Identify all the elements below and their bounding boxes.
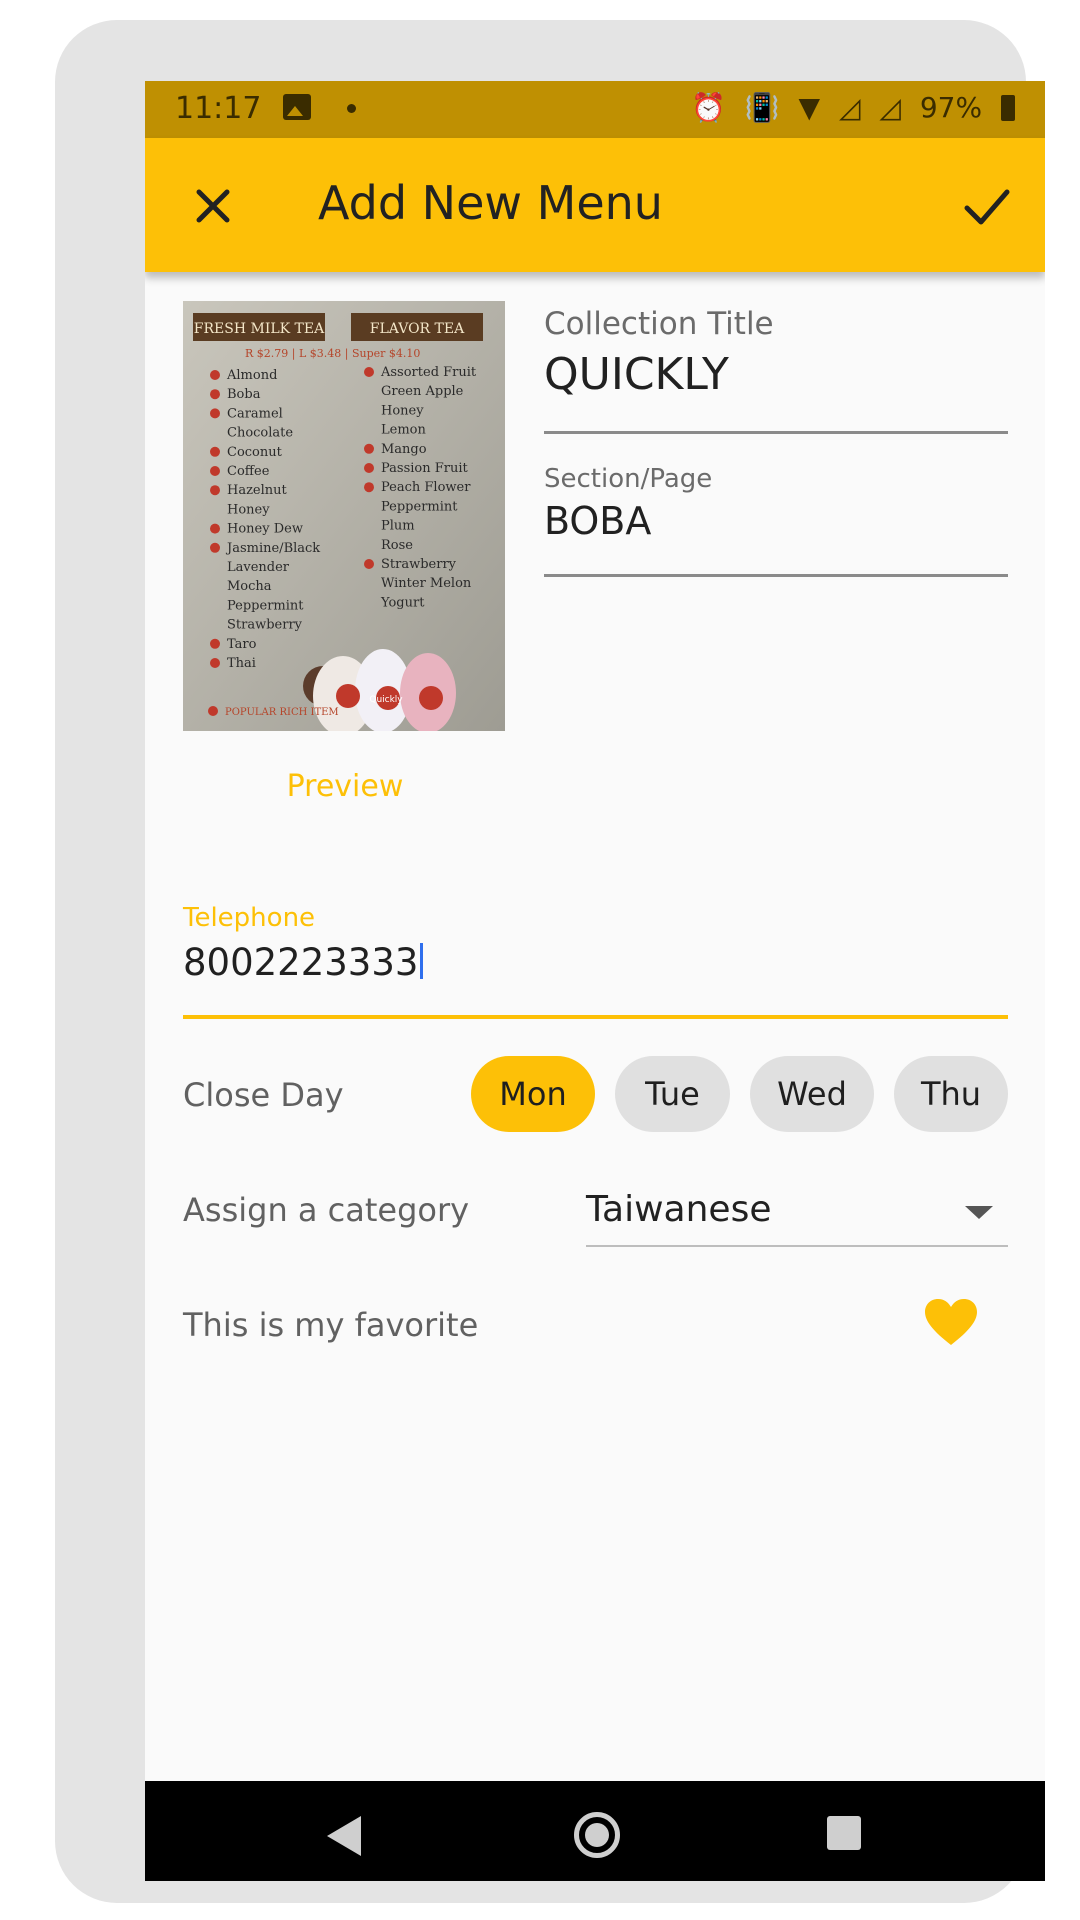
text-cursor <box>420 943 424 979</box>
battery-icon <box>1001 95 1015 121</box>
menu-item-text: Chocolate <box>227 426 293 441</box>
menu-item-text: Assorted Fruit <box>380 365 477 380</box>
popular-marker-icon <box>364 482 374 493</box>
telephone-value: 8002223333 <box>183 941 419 984</box>
telephone-input[interactable]: 8002223333 <box>183 941 424 984</box>
menu-item-text: Taro <box>227 637 257 652</box>
popular-marker-icon <box>210 466 220 476</box>
nav-recents-icon[interactable] <box>827 1816 861 1850</box>
popular-marker-icon <box>364 463 374 473</box>
menu-item-text: Plum <box>381 519 415 534</box>
day-chip-wed[interactable]: Wed <box>750 1056 874 1132</box>
dropdown-arrow-icon[interactable] <box>965 1206 993 1219</box>
menu-item-text: Jasmine/Black <box>225 541 320 556</box>
collection-title-input[interactable]: QUICKLY <box>544 349 729 400</box>
menu-header-milk: FRESH MILK TEA <box>194 321 325 337</box>
menu-price-line: R $2.79 | L $3.48 | Super $4.10 <box>245 347 420 361</box>
menu-item-text: Coffee <box>227 464 270 479</box>
status-time: 11:17 <box>175 91 262 126</box>
check-icon[interactable] <box>959 178 1015 234</box>
signal-icon: ◿ <box>838 91 861 124</box>
menu-item-text: Honey <box>227 502 270 517</box>
menu-item-text: Caramel <box>227 406 283 421</box>
battery-percent: 97% <box>919 91 983 124</box>
wifi-icon: ▼ <box>798 91 821 124</box>
collection-title-label: Collection Title <box>544 306 774 342</box>
popular-marker-icon <box>210 523 220 534</box>
menu-item-text: Thai <box>227 656 256 671</box>
menu-item-text: Almond <box>226 368 277 383</box>
popular-marker-icon <box>210 446 220 457</box>
popular-marker-icon <box>364 443 374 454</box>
menu-item-text: Yogurt <box>380 595 425 610</box>
menu-header-flavor: FLAVOR TEA <box>370 321 465 337</box>
close-icon[interactable] <box>185 178 241 234</box>
section-page-underline <box>544 574 1008 577</box>
heart-icon[interactable] <box>925 1299 977 1347</box>
preview-button[interactable]: Preview <box>245 769 445 804</box>
close-day-label: Close Day <box>183 1076 344 1114</box>
section-page-label: Section/Page <box>544 464 713 494</box>
category-label: Assign a category <box>183 1191 470 1229</box>
app-bar: Add New Menu <box>145 138 1045 272</box>
menu-item-text: Strawberry <box>227 618 303 633</box>
menu-item-text: Peppermint <box>227 598 304 613</box>
status-bar: 11:17 ⏰ 📳 ▼ ◿ ◿ 97% <box>145 81 1045 138</box>
nav-back-icon[interactable] <box>327 1816 361 1856</box>
category-dropdown[interactable]: Taiwanese <box>586 1189 771 1230</box>
menu-item-text: Mango <box>381 442 427 457</box>
vibrate-icon: 📳 <box>744 91 780 124</box>
device-frame: 11:17 ⏰ 📳 ▼ ◿ ◿ 97% Add New Menu FRESH M… <box>55 20 1045 1903</box>
favorite-label: This is my favorite <box>183 1306 479 1344</box>
menu-item-text: Coconut <box>227 445 283 460</box>
collection-title-underline <box>544 431 1008 434</box>
menu-cup-brand: Quickly <box>369 695 403 705</box>
day-chip-tue[interactable]: Tue <box>615 1056 730 1132</box>
notification-dot-icon <box>347 104 356 113</box>
page-title: Add New Menu <box>318 176 663 230</box>
menu-item-text: Green Apple <box>381 384 464 399</box>
alarm-icon: ⏰ <box>690 91 726 124</box>
popular-marker-icon <box>210 658 220 668</box>
menu-item-text: Lavender <box>227 560 290 575</box>
signal-icon: ◿ <box>879 91 901 124</box>
menu-item-text: Boba <box>227 387 261 402</box>
day-chip-thu[interactable]: Thu <box>894 1056 1008 1132</box>
menu-item-text: Winter Melon <box>381 576 472 591</box>
menu-item-text: Passion Fruit <box>381 461 469 476</box>
category-underline <box>586 1245 1008 1247</box>
telephone-label: Telephone <box>183 903 316 933</box>
popular-marker-icon <box>364 559 374 569</box>
screen: 11:17 ⏰ 📳 ▼ ◿ ◿ 97% Add New Menu FRESH M… <box>145 81 1045 1881</box>
menu-item-text: Mocha <box>227 579 272 594</box>
menu-item-text: Peppermint <box>381 499 458 514</box>
status-icons: ⏰ 📳 ▼ ◿ ◿ 97% <box>681 91 1015 124</box>
image-icon <box>283 94 311 120</box>
menu-photo-image: FRESH MILK TEA FLAVOR TEA R $2.79 | L $3… <box>183 301 505 731</box>
popular-marker-icon <box>210 638 220 649</box>
section-page-input[interactable]: BOBA <box>544 499 651 543</box>
menu-item-text: Honey Dew <box>227 522 303 537</box>
menu-item-text: Honey <box>381 403 424 418</box>
menu-item-text: Lemon <box>381 423 426 438</box>
popular-marker-icon <box>210 389 220 400</box>
day-chip-mon[interactable]: Mon <box>471 1056 595 1132</box>
menu-footer: POPULAR RICH ITEM <box>225 707 339 718</box>
nav-bar <box>145 1781 1045 1881</box>
popular-marker-icon <box>210 408 220 419</box>
popular-marker-icon <box>210 542 220 553</box>
menu-item-text: Hazelnut <box>227 483 288 498</box>
popular-marker-icon <box>364 367 374 377</box>
menu-item-text: Peach Flower <box>381 480 471 495</box>
nav-home-icon[interactable] <box>574 1812 620 1858</box>
telephone-underline <box>183 1015 1008 1019</box>
menu-item-text: Rose <box>381 538 413 553</box>
menu-item-text: Strawberry <box>381 557 457 572</box>
popular-marker-icon <box>210 485 220 496</box>
menu-photo[interactable]: FRESH MILK TEA FLAVOR TEA R $2.79 | L $3… <box>183 301 505 731</box>
popular-marker-icon <box>210 370 220 380</box>
